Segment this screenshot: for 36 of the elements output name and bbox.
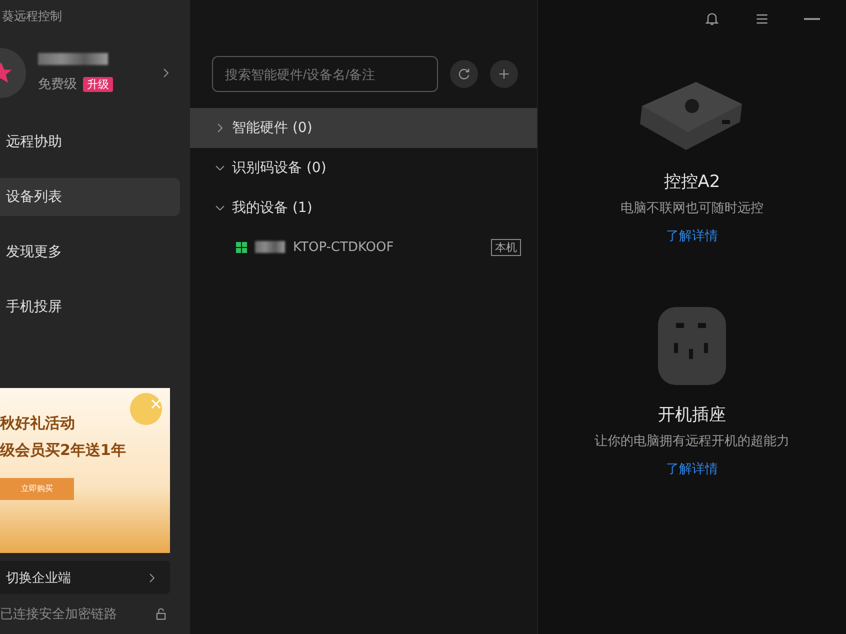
banner-offer: 级会员买2年送1年 [0, 440, 127, 460]
nav-item[interactable]: 设备列表 [0, 178, 180, 216]
nav-item[interactable]: 手机投屏 [0, 288, 180, 326]
window-title: 葵远程控制 [1, 8, 63, 26]
this-computer-tag: 本机 [491, 238, 521, 256]
connection-status: 已连接安全加密链路 [0, 606, 117, 624]
refresh-icon [457, 67, 471, 81]
refresh-button[interactable] [450, 60, 478, 88]
nav-item[interactable]: 发现更多 [0, 232, 180, 271]
product-name: 开机插座 [658, 404, 726, 426]
add-button[interactable] [490, 60, 518, 88]
redacted-username [38, 53, 108, 66]
device-row[interactable]: KTOP-CTDKOOF 本机 [190, 228, 537, 266]
upgrade-badge[interactable]: 升级 [83, 77, 113, 92]
windows-icon [236, 242, 247, 252]
switch-enterprise-label: 切换企业端 [6, 570, 71, 587]
plan-label: 免费级 [38, 77, 77, 92]
redacted-text [255, 241, 285, 253]
product-description: 让你的电脑拥有远程开机的超能力 [594, 433, 790, 450]
search-field[interactable]: 搜索智能硬件/设备名/备注 [212, 56, 438, 92]
device-group[interactable]: 我的设备 (1) [190, 188, 537, 228]
product-description: 电脑不联网也可随时远控 [620, 200, 764, 217]
product-name: 控控A2 [664, 171, 720, 193]
bell-icon [704, 11, 720, 27]
lock-icon [154, 606, 168, 622]
switch-enterprise-button[interactable]: 切换企业端 [0, 560, 170, 594]
nav-item[interactable]: 远程协助 [0, 122, 180, 161]
minimize-icon [804, 18, 820, 20]
chevron-right-icon [148, 572, 156, 583]
device-group[interactable]: 智能硬件 (0) [190, 108, 537, 148]
device-group[interactable]: 识别码设备 (0) [190, 148, 537, 188]
learn-more-link[interactable]: 了解详情 [666, 460, 718, 478]
plus-icon [497, 67, 511, 81]
banner-headline: 秋好礼活动 [0, 414, 76, 433]
learn-more-link[interactable]: 了解详情 [666, 227, 718, 245]
device-name: KTOP-CTDKOOF [293, 240, 394, 254]
